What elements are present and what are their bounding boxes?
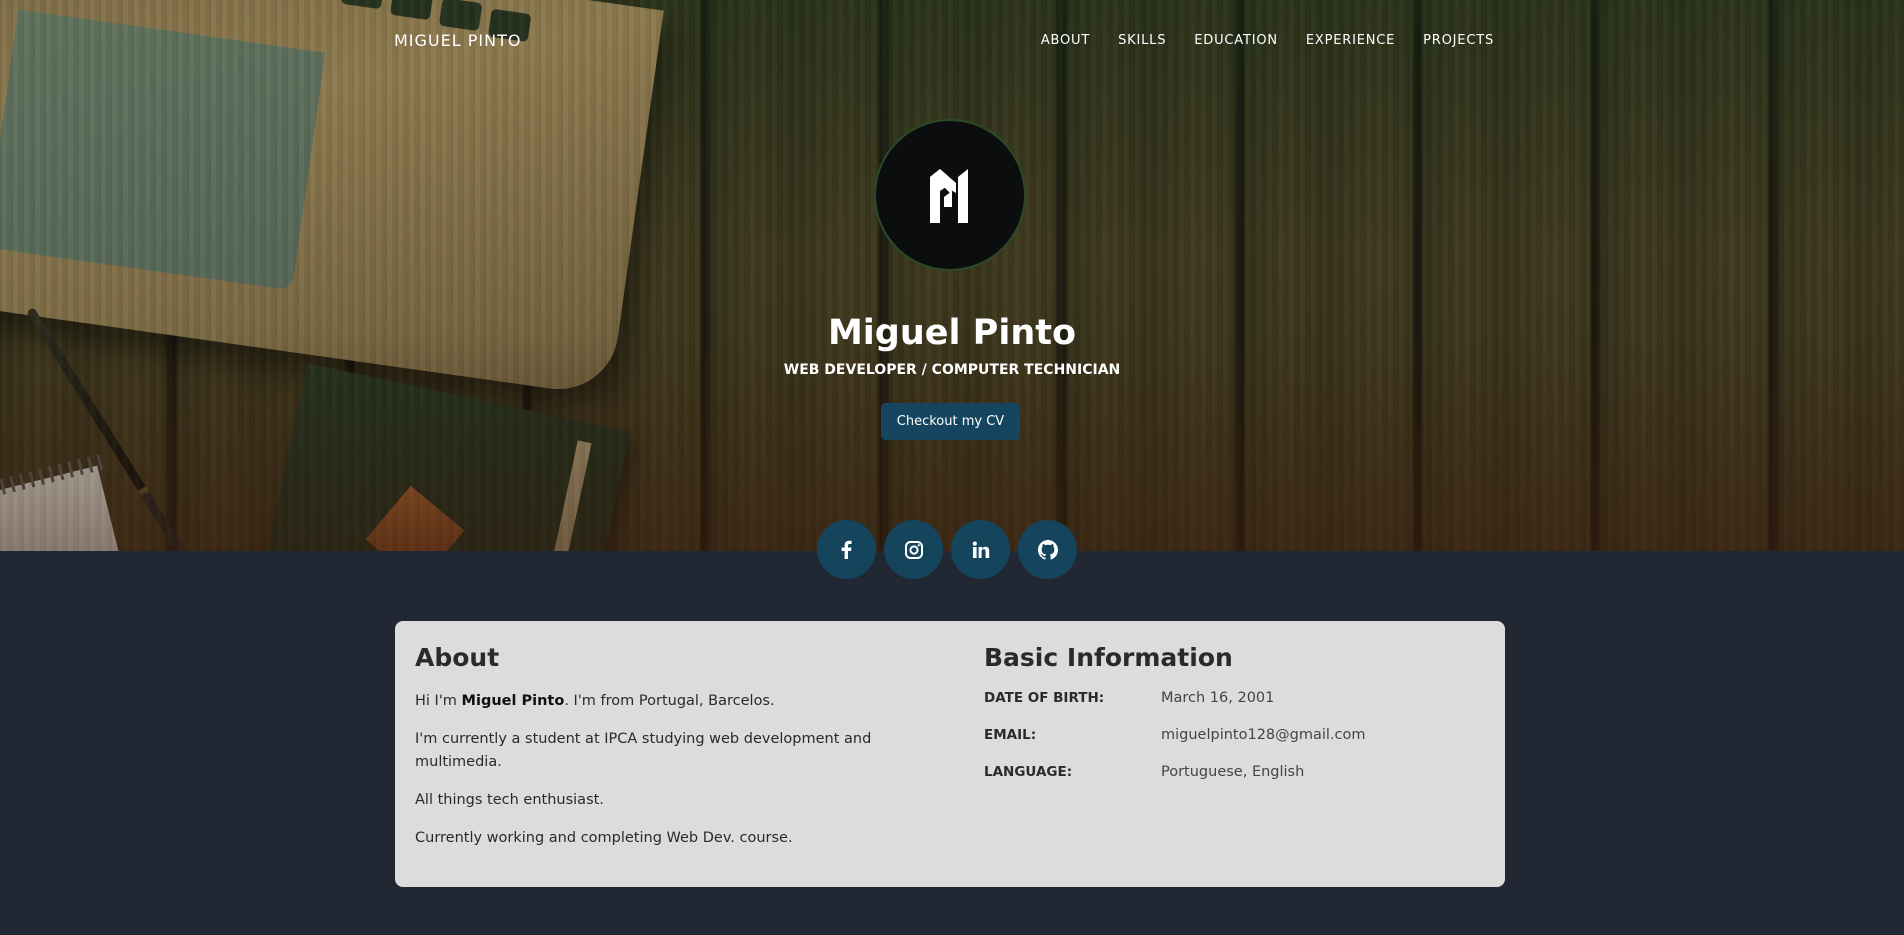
hero-section: MIGUEL PINTO ABOUT SKILLS EDUCATION EXPE… — [0, 0, 1904, 551]
info-label: DATE OF BIRTH: — [984, 690, 1105, 706]
basic-info-section: Basic Information DATE OF BIRTH: March 1… — [984, 643, 1484, 801]
info-value: March 16, 2001 — [1161, 690, 1275, 706]
basic-info-title: Basic Information — [984, 643, 1233, 672]
about-paragraph: Currently working and completing Web Dev… — [415, 830, 793, 846]
about-intro-prefix: Hi I'm — [415, 693, 462, 709]
linkedin-link[interactable] — [951, 520, 1010, 579]
about-title: About — [415, 643, 500, 672]
about-card: About Hi I'm Miguel Pinto. I'm from Port… — [395, 621, 1505, 887]
about-paragraph: I'm currently a student at IPCA studying… — [415, 731, 872, 770]
nav-item-experience[interactable]: EXPERIENCE — [1306, 33, 1395, 48]
github-link[interactable] — [1018, 520, 1077, 579]
nav-item-education[interactable]: EDUCATION — [1194, 33, 1278, 48]
top-navbar: MIGUEL PINTO ABOUT SKILLS EDUCATION EXPE… — [0, 0, 1904, 82]
linkedin-icon — [972, 541, 989, 558]
about-section: About Hi I'm Miguel Pinto. I'm from Port… — [415, 643, 935, 865]
about-intro-suffix: . I'm from Portugal, Barcelos. — [564, 693, 775, 709]
hero-role: WEB DEVELOPER / COMPUTER TECHNICIAN — [783, 362, 1121, 378]
info-value: Portuguese, English — [1161, 764, 1305, 780]
about-paragraph: All things tech enthusiast. — [415, 792, 604, 808]
checkout-cv-button[interactable]: Checkout my CV — [881, 403, 1020, 440]
github-icon — [1037, 539, 1058, 560]
info-value-email[interactable]: miguelpinto128@gmail.com — [1161, 727, 1366, 743]
page: MIGUEL PINTO ABOUT SKILLS EDUCATION EXPE… — [0, 0, 1904, 935]
info-row-dob: DATE OF BIRTH: March 16, 2001 — [984, 690, 1484, 727]
about-intro: Hi I'm Miguel Pinto. I'm from Portugal, … — [415, 690, 935, 713]
facebook-icon — [841, 540, 852, 559]
nav-item-projects[interactable]: PROJECTS — [1423, 33, 1494, 48]
info-label: EMAIL: — [984, 727, 1037, 743]
nav-menu: ABOUT SKILLS EDUCATION EXPERIENCE PROJEC… — [1041, 33, 1494, 48]
facebook-link[interactable] — [817, 520, 876, 579]
info-row-language: LANGUAGE: Portuguese, English — [984, 764, 1484, 801]
hero-name: Miguel Pinto — [827, 313, 1077, 353]
nav-item-about[interactable]: ABOUT — [1041, 33, 1090, 48]
mp-monogram-logo — [930, 169, 968, 223]
nav-item-skills[interactable]: SKILLS — [1118, 33, 1166, 48]
about-intro-name: Miguel Pinto — [461, 693, 565, 709]
avatar — [874, 119, 1026, 271]
social-links — [817, 520, 1077, 579]
info-row-email: EMAIL: miguelpinto128@gmail.com — [984, 727, 1484, 764]
instagram-link[interactable] — [884, 520, 943, 579]
info-label: LANGUAGE: — [984, 764, 1073, 780]
instagram-icon — [904, 540, 923, 559]
brand-link[interactable]: MIGUEL PINTO — [394, 31, 521, 50]
